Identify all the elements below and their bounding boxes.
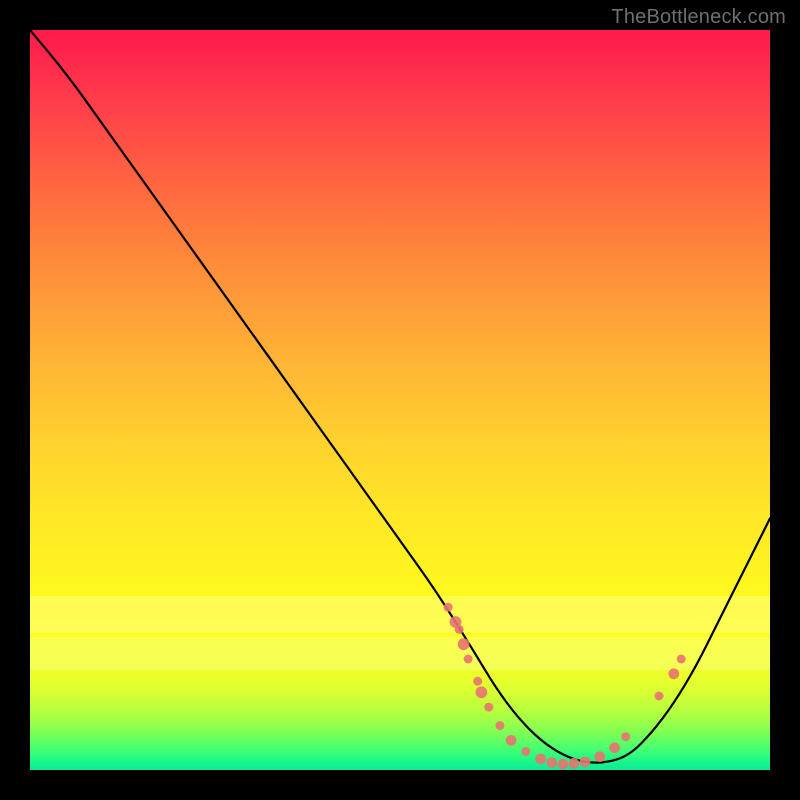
curve-marker	[473, 677, 482, 686]
curve-marker	[569, 758, 580, 769]
curve-marker	[444, 603, 453, 612]
curve-marker	[557, 759, 568, 770]
curve-marker	[609, 742, 620, 753]
curve-marker	[495, 721, 504, 730]
chart-svg	[30, 30, 770, 770]
curve-marker	[535, 754, 546, 765]
curve-marker	[677, 655, 686, 664]
curve-marker	[546, 757, 557, 768]
curve-marker	[594, 751, 605, 762]
curve-marker	[506, 735, 517, 746]
curve-marker	[464, 655, 473, 664]
curve-marker	[655, 692, 664, 701]
bottleneck-curve	[30, 30, 770, 763]
curve-marker	[476, 686, 488, 698]
chart-markers	[444, 603, 686, 770]
curve-marker	[458, 638, 470, 650]
curve-marker	[668, 668, 679, 679]
attribution-text: TheBottleneck.com	[611, 6, 786, 29]
chart-plot-area	[30, 30, 770, 770]
curve-marker	[455, 625, 464, 634]
curve-marker	[484, 703, 493, 712]
curve-marker	[621, 732, 630, 741]
curve-marker	[521, 747, 530, 756]
curve-marker	[580, 757, 591, 768]
